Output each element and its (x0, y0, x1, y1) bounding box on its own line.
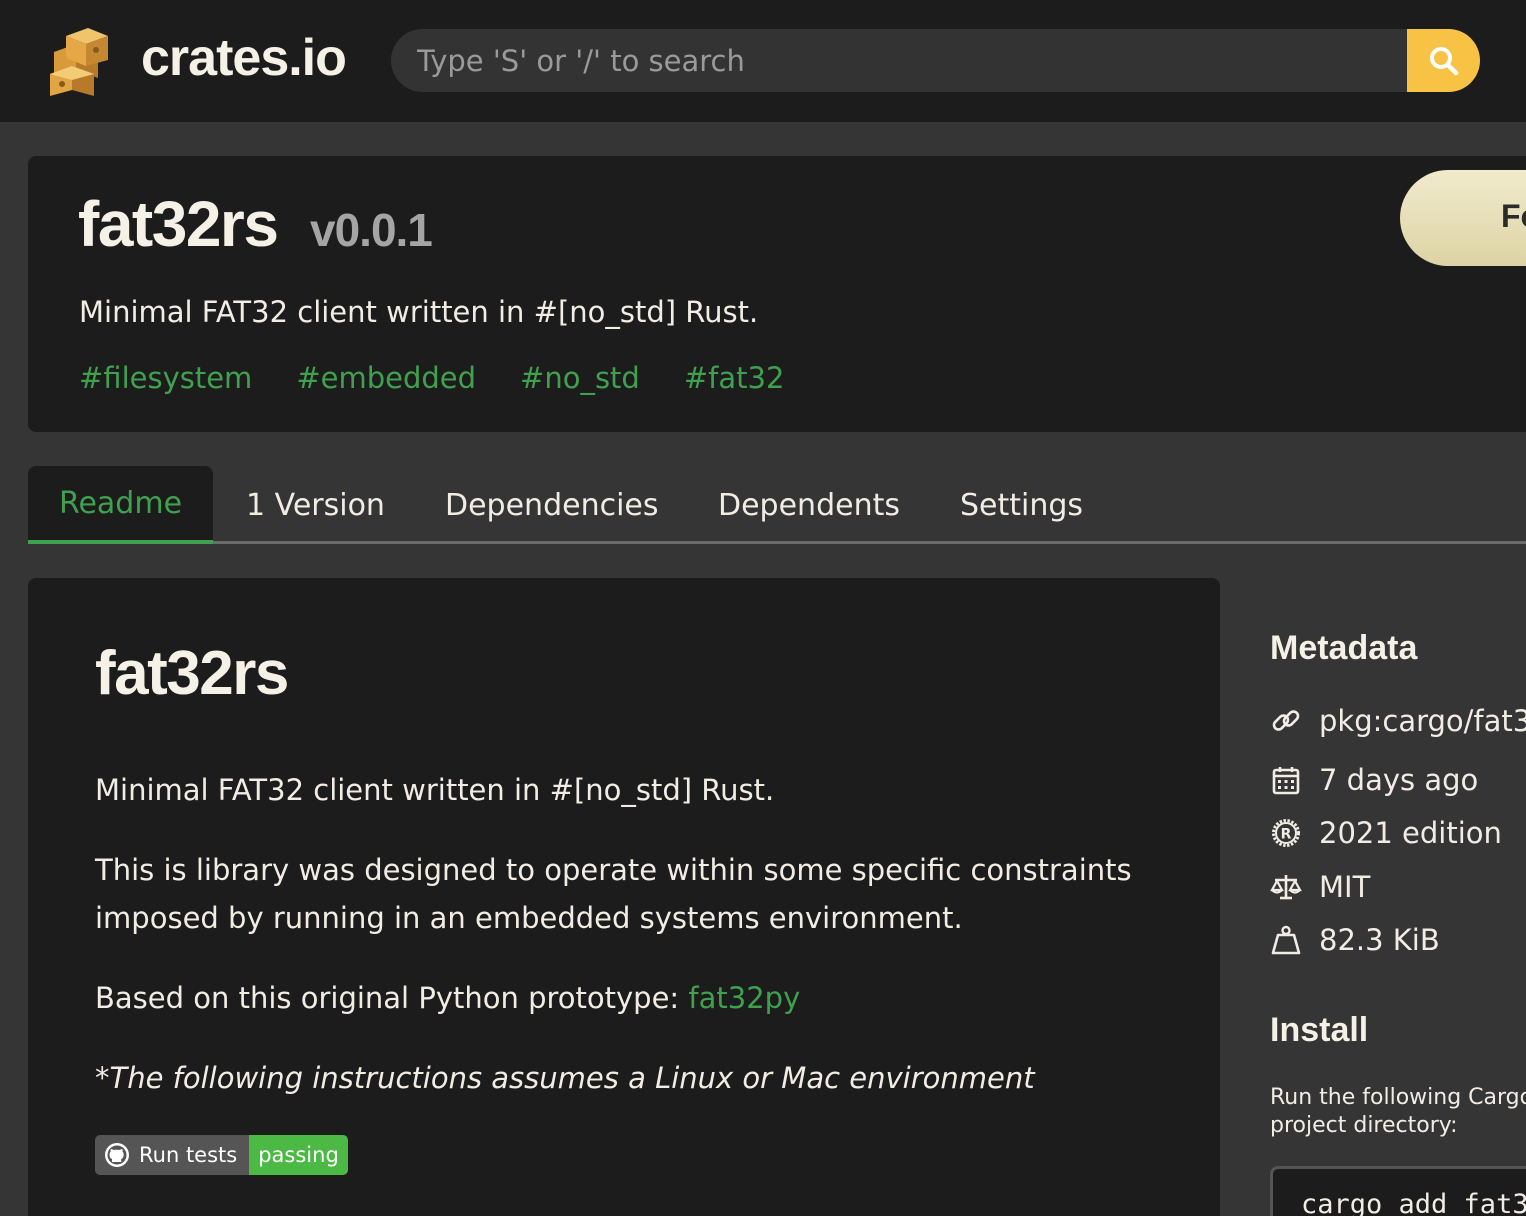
readme-paragraph-note: *The following instructions assumes a Li… (95, 1061, 1035, 1095)
metadata-size: 82.3 KiB (1270, 918, 1440, 962)
search-bar (391, 29, 1480, 92)
install-instructions: Run the following Cargo project director… (1270, 1085, 1526, 1138)
metadata-edition: R 2021 edition (1270, 811, 1502, 855)
metadata-updated: 7 days ago (1270, 758, 1478, 802)
install-heading: Install (1270, 1011, 1369, 1049)
readme-title: fat32rs (95, 639, 289, 708)
keyword-filesystem[interactable]: #filesystem (79, 358, 252, 398)
keyword-embedded[interactable]: #embedded (296, 358, 476, 398)
metadata-heading: Metadata (1270, 629, 1418, 667)
badge-status: passing (249, 1135, 348, 1175)
fat32py-link[interactable]: fat32py (688, 981, 800, 1015)
metadata-license-text: MIT (1319, 870, 1371, 904)
github-icon (105, 1143, 129, 1167)
crate-version: v0.0.1 (310, 204, 433, 256)
rust-icon: R (1272, 819, 1300, 847)
crate-description: Minimal FAT32 client written in #[no_std… (79, 295, 759, 329)
search-button[interactable] (1407, 29, 1480, 92)
svg-text:R: R (1281, 827, 1292, 843)
calendar-icon (1272, 767, 1300, 795)
tab-dependencies[interactable]: Dependencies (445, 466, 659, 544)
follow-button-label: Fo (1501, 198, 1526, 234)
brand-name[interactable]: crates.io (141, 26, 347, 90)
readme-paragraph-summary: Minimal FAT32 client written in #[no_std… (95, 773, 775, 807)
scale-icon (1270, 875, 1302, 900)
install-command-box[interactable]: cargo add fat3 (1270, 1166, 1526, 1216)
keyword-fat32[interactable]: #fat32 (684, 358, 785, 398)
link-icon (1272, 710, 1300, 731)
readme-paragraph-constraints: This is library was designed to operate … (95, 853, 1132, 935)
metadata-purl-text: pkg:cargo/fat3 (1319, 704, 1526, 738)
badge-label: Run tests (139, 1143, 238, 1167)
crate-name: fat32rs (78, 188, 279, 260)
metadata-purl[interactable]: pkg:cargo/fat3 (1270, 699, 1526, 743)
crates-logo-icon[interactable] (46, 22, 116, 98)
weight-icon (1271, 925, 1301, 955)
sidebar: Metadata pkg:cargo/fat3 7 days ago R 202… (1270, 620, 1526, 1216)
tab-settings[interactable]: Settings (960, 466, 1083, 544)
run-tests-badge[interactable]: Run tests passing (95, 1135, 348, 1175)
crate-header: fat32rs v0.0.1 Minimal FAT32 client writ… (28, 156, 1526, 432)
keyword-list: #filesystem #embedded #no_std #fat32 (79, 358, 784, 398)
search-icon (1429, 46, 1458, 75)
install-command[interactable]: cargo add fat3 (1301, 1189, 1526, 1216)
metadata-license[interactable]: MIT (1270, 865, 1370, 909)
search-input[interactable] (417, 29, 1397, 92)
readme-paragraph-prototype: Based on this original Python prototype:… (95, 974, 1175, 1022)
metadata-updated-text: 7 days ago (1319, 763, 1479, 797)
crate-tabs: Readme 1 Version Dependencies Dependents… (28, 466, 1526, 544)
readme-panel: fat32rs Minimal FAT32 client written in … (28, 578, 1220, 1216)
metadata-size-text: 82.3 KiB (1319, 923, 1440, 957)
metadata-edition-text: 2021 edition (1319, 816, 1502, 850)
top-bar: crates.io (0, 0, 1526, 122)
tab-dependents[interactable]: Dependents (718, 466, 900, 544)
keyword-no-std[interactable]: #no_std (520, 358, 640, 398)
badge-label-section: Run tests (95, 1135, 250, 1175)
tab-readme[interactable]: Readme (28, 466, 213, 544)
tab-versions[interactable]: 1 Version (246, 466, 385, 544)
follow-button[interactable]: Fo (1400, 170, 1526, 266)
prototype-text: Based on this original Python prototype: (95, 981, 689, 1015)
